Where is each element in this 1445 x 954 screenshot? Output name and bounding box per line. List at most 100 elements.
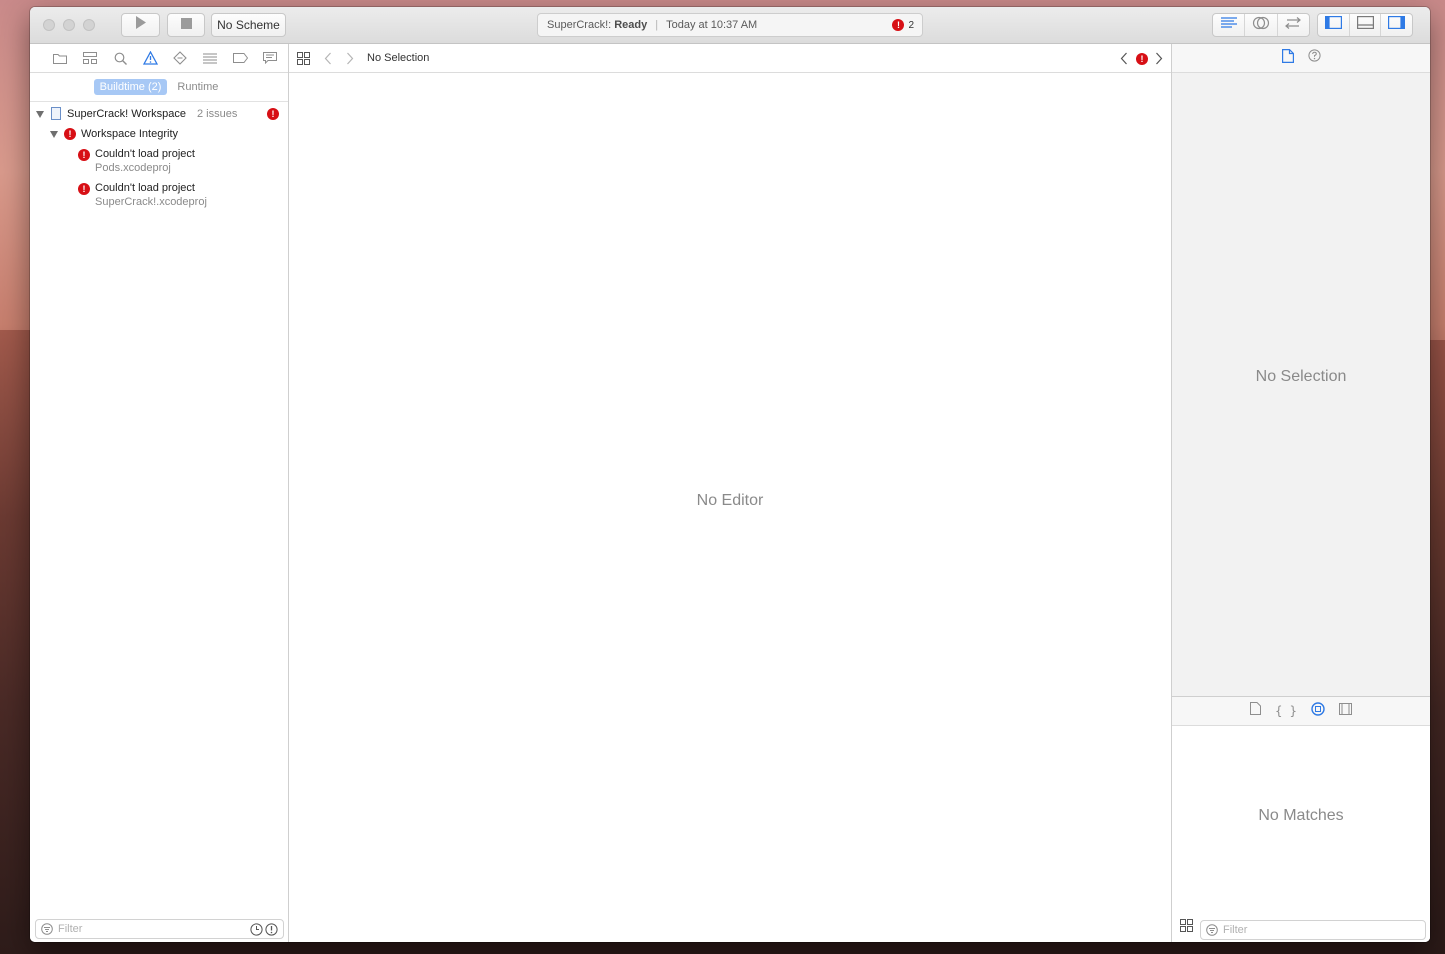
speech-bubble-icon — [263, 52, 277, 64]
object-circle-icon — [1311, 701, 1325, 716]
jump-bar-path[interactable]: No Selection — [367, 52, 429, 64]
quick-help-tab[interactable] — [1307, 49, 1321, 67]
breakpoint-navigator-tab[interactable] — [225, 53, 255, 63]
issue-item[interactable]: ! Couldn't load project SuperCrack!.xcod… — [30, 178, 288, 212]
error-icon: ! — [78, 183, 90, 195]
close-window-button[interactable] — [43, 19, 55, 31]
right-panel-icon — [1388, 16, 1406, 34]
forward-arrow-icon[interactable] — [346, 52, 354, 68]
stop-icon — [180, 16, 192, 34]
folder-icon — [53, 53, 67, 64]
stop-button[interactable] — [167, 13, 205, 37]
issue-message: Couldn't load project — [95, 182, 195, 194]
previous-issue-icon[interactable] — [1120, 52, 1128, 68]
toggle-inspector-button[interactable] — [1381, 14, 1412, 36]
left-panel-icon — [1324, 16, 1342, 34]
run-button[interactable] — [121, 13, 160, 37]
minimize-window-button[interactable] — [63, 19, 75, 31]
error-icon: ! — [267, 108, 279, 120]
issue-filter-bar: Buildtime (2) Runtime — [30, 73, 288, 102]
filter-placeholder: Filter — [58, 923, 83, 935]
library-selector-bar: { } — [1172, 697, 1430, 726]
jump-bar: No Selection ! — [289, 44, 1171, 73]
error-icon[interactable]: ! — [1136, 53, 1148, 65]
toggle-navigator-button[interactable] — [1318, 14, 1350, 36]
issue-message: Couldn't load project — [95, 148, 195, 160]
issue-list: SuperCrack! Workspace 2 issues ! ! Works… — [30, 102, 288, 212]
filter-placeholder: Filter — [1223, 924, 1248, 936]
toggle-debug-area-button[interactable] — [1350, 14, 1382, 36]
assistant-editor-button[interactable] — [1245, 14, 1278, 36]
library-pane: { } No Matches Filter — [1172, 696, 1430, 942]
disclosure-triangle-icon[interactable] — [50, 131, 58, 138]
exclamation-circle-icon[interactable] — [265, 923, 278, 939]
issue-item[interactable]: ! Couldn't load project Pods.xcodeproj — [30, 144, 288, 178]
question-mark-icon — [1307, 49, 1321, 62]
issue-file: Pods.xcodeproj — [95, 162, 171, 174]
disclosure-triangle-icon[interactable] — [36, 111, 44, 118]
grid-view-icon[interactable] — [1180, 919, 1193, 937]
code-snippet-library-tab[interactable]: { } — [1275, 702, 1297, 720]
back-arrow-icon[interactable] — [324, 52, 332, 68]
workspace-row[interactable]: SuperCrack! Workspace 2 issues ! — [30, 104, 288, 124]
filter-icon — [1206, 924, 1218, 936]
standard-editor-button[interactable] — [1213, 14, 1246, 36]
diamond-icon — [173, 51, 187, 65]
error-icon: ! — [78, 149, 90, 161]
workspace-file-icon — [51, 107, 61, 120]
media-library-tab[interactable] — [1338, 702, 1352, 720]
scheme-selector[interactable]: No Scheme — [211, 13, 286, 37]
zoom-window-button[interactable] — [83, 19, 95, 31]
object-library-tab[interactable] — [1311, 701, 1325, 721]
test-navigator-tab[interactable] — [165, 51, 195, 65]
lines-icon — [1220, 16, 1237, 34]
clock-icon[interactable] — [250, 923, 263, 939]
inspector-empty-message: No Selection — [1255, 368, 1347, 385]
symbol-navigator-tab[interactable] — [75, 52, 105, 64]
group-row[interactable]: ! Workspace Integrity — [30, 124, 288, 144]
document-icon — [1281, 48, 1294, 63]
file-inspector-tab[interactable] — [1281, 48, 1294, 68]
next-issue-icon[interactable] — [1155, 52, 1163, 68]
braces-icon: { } — [1275, 704, 1297, 718]
activity-separator: | — [655, 19, 659, 31]
toolbar: No Scheme SuperCrack!: Ready | Today at … — [30, 7, 1430, 44]
editor-area: No Selection ! No Editor — [289, 44, 1171, 942]
view-toggle-control — [1317, 13, 1413, 37]
gauge-lines-icon — [203, 53, 217, 63]
empty-editor-message: No Editor — [696, 492, 764, 509]
arrows-icon — [1284, 16, 1302, 34]
editor-mode-control — [1212, 13, 1310, 37]
bottom-panel-icon — [1356, 16, 1374, 34]
debug-navigator-tab[interactable] — [195, 53, 225, 64]
xcode-window: No Scheme SuperCrack!: Ready | Today at … — [30, 7, 1430, 942]
film-icon — [1338, 703, 1352, 715]
activity-project: SuperCrack!: — [547, 19, 612, 31]
report-navigator-tab[interactable] — [255, 52, 285, 64]
buildtime-filter-button[interactable]: Buildtime (2) — [93, 79, 168, 95]
issue-navigator-tab[interactable] — [135, 51, 165, 65]
magnifier-icon — [114, 52, 127, 65]
activity-error-badge[interactable]: ! 2 — [892, 19, 914, 31]
project-navigator-tab[interactable] — [45, 53, 75, 64]
error-icon: ! — [64, 128, 76, 140]
version-editor-button[interactable] — [1278, 14, 1309, 36]
activity-view[interactable]: SuperCrack!: Ready | Today at 10:37 AM !… — [537, 13, 923, 37]
document-icon — [1250, 702, 1262, 715]
issue-file: SuperCrack!.xcodeproj — [95, 196, 207, 208]
find-navigator-tab[interactable] — [105, 52, 135, 65]
navigator-filter-field[interactable]: Filter — [35, 919, 284, 939]
related-items-icon[interactable] — [297, 52, 310, 68]
play-icon — [135, 16, 147, 34]
navigator-selector-bar — [30, 44, 288, 73]
library-empty-message: No Matches — [1258, 807, 1344, 824]
warning-triangle-icon — [142, 51, 158, 65]
library-filter-field[interactable]: Filter — [1200, 920, 1426, 940]
runtime-filter-button[interactable]: Runtime — [171, 79, 224, 95]
activity-error-count: 2 — [908, 19, 914, 31]
inspector-selector-bar — [1172, 44, 1430, 73]
group-label: Workspace Integrity — [81, 128, 179, 140]
activity-timestamp: Today at 10:37 AM — [666, 19, 758, 31]
workspace-label: SuperCrack! Workspace — [67, 108, 187, 120]
file-template-library-tab[interactable] — [1250, 702, 1262, 720]
